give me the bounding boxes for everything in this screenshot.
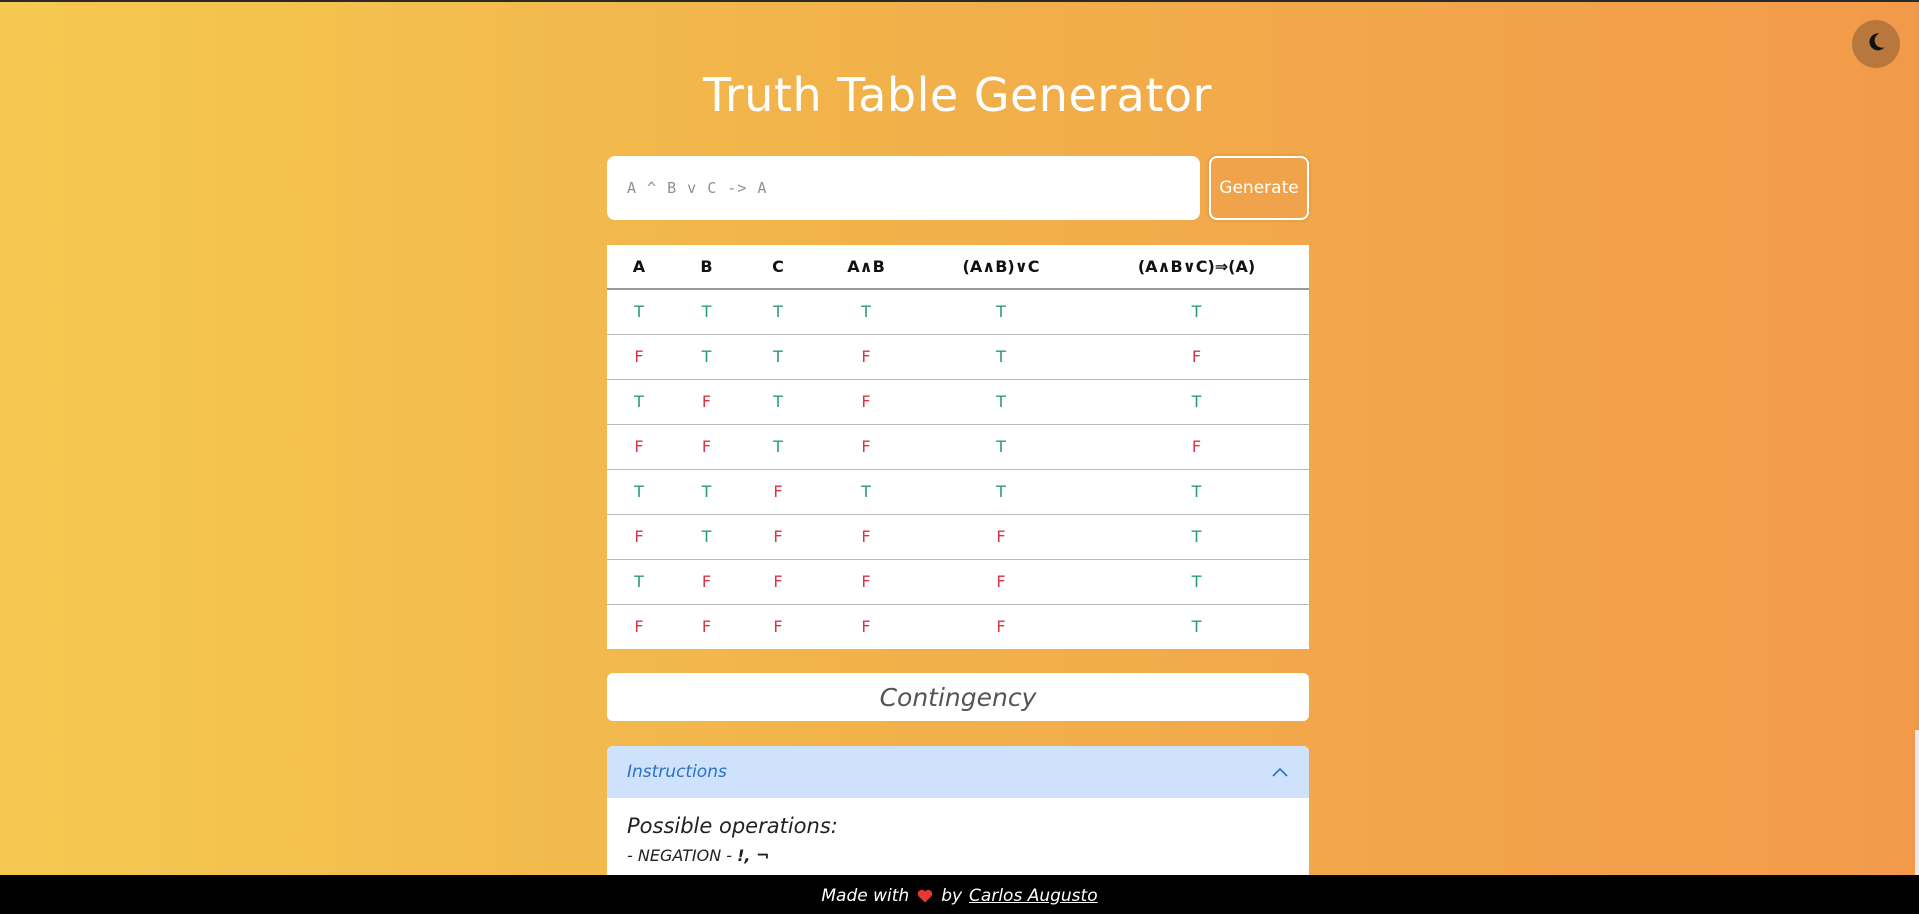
table-cell: T [1084, 559, 1309, 605]
table-cell: T [742, 289, 814, 335]
table-cell: F [607, 424, 671, 470]
table-cell: T [918, 289, 1084, 335]
table-row: FTTFTF [607, 334, 1309, 380]
instructions-accordion: Instructions Possible operations: - NEGA… [607, 746, 1309, 876]
table-cell: F [814, 559, 918, 605]
table-cell: T [742, 379, 814, 425]
table-cell: T [607, 379, 671, 425]
table-cell: F [814, 424, 918, 470]
column-header: A∧B [814, 245, 918, 290]
expression-input[interactable] [607, 156, 1200, 220]
scrollbar-thumb[interactable] [1915, 730, 1919, 875]
table-cell: F [607, 514, 671, 560]
operation-name: - NEGATION - [627, 846, 733, 865]
truth-table: A B C A∧B (A∧B)∨C (A∧B∨C)⇒(A) TTTTTTFTTF… [607, 245, 1309, 649]
table-row: FFFFFT [607, 604, 1309, 649]
table-cell: T [1084, 514, 1309, 560]
table-cell: F [996, 617, 1006, 637]
table-cell: T [671, 469, 742, 515]
table-body: TTTTTTFTTFTFTFTFTTFFTFTFTTFTTTFTFFFTTFFF… [607, 289, 1309, 649]
table-header-row: A B C A∧B (A∧B)∨C (A∧B∨C)⇒(A) [607, 245, 1309, 290]
column-header: (A∧B∨C)⇒(A) [1084, 245, 1309, 290]
instructions-body: Possible operations: - NEGATION - !, ¬ [607, 798, 1309, 876]
table-cell: T [607, 469, 671, 515]
table-cell: T [918, 334, 1084, 380]
table-cell: F [742, 559, 814, 605]
footer-made-with: Made with [821, 885, 910, 906]
table-cell: F [773, 617, 783, 637]
table-row: TTFTTT [607, 469, 1309, 515]
table-cell: T [1084, 379, 1309, 425]
result-label: Contingency [879, 682, 1037, 712]
column-header: A [607, 245, 671, 290]
table-cell: T [742, 334, 814, 380]
heart-icon [917, 889, 933, 903]
table-cell: F [701, 617, 712, 637]
table-cell: F [861, 617, 871, 637]
footer-by: by [941, 885, 963, 906]
table-row: TFFFFT [607, 559, 1309, 605]
table-cell: T [918, 424, 1084, 470]
table-cell: T [607, 559, 671, 605]
theme-toggle-button[interactable] [1852, 20, 1900, 68]
expression-input-row: Generate [607, 156, 1309, 220]
table-cell: F [918, 514, 1084, 560]
page-scrollbar[interactable] [1915, 2, 1919, 875]
author-link[interactable]: Carlos Augusto [969, 886, 1098, 906]
operations-heading: Possible operations: [627, 814, 838, 838]
instructions-title: Instructions [627, 762, 727, 782]
table-cell: T [671, 289, 742, 335]
table-cell: F [671, 559, 742, 605]
table-cell: F [671, 424, 742, 470]
table-cell: F [814, 514, 918, 560]
table-cell: F [814, 334, 918, 380]
table-cell: F [742, 514, 814, 560]
table-row: FFTFTF [607, 424, 1309, 470]
column-header: B [671, 245, 742, 290]
table-cell: F [607, 334, 671, 380]
table-cell: T [1191, 617, 1202, 637]
table-cell: F [1084, 424, 1309, 470]
table-cell: F [634, 617, 644, 637]
operation-symbols: !, ¬ [737, 846, 770, 865]
table-cell: F [742, 469, 814, 515]
table-cell: T [742, 424, 814, 470]
table-cell: T [1084, 469, 1309, 515]
column-header: (A∧B)∨C [918, 245, 1084, 290]
table-cell: F [918, 559, 1084, 605]
instructions-toggle[interactable]: Instructions [607, 746, 1309, 798]
page-title: Truth Table Generator [703, 68, 1212, 122]
footer: Made with by Carlos Augusto [0, 875, 1919, 914]
table-cell: F [814, 379, 918, 425]
moon-icon [1864, 30, 1888, 58]
table-row: TTTTTT [607, 289, 1309, 335]
table-row: TFTFTT [607, 379, 1309, 425]
table-cell: T [607, 289, 671, 335]
chevron-up-icon [1271, 763, 1289, 782]
result-classification: Contingency [607, 673, 1309, 721]
table-cell: F [1084, 334, 1309, 380]
table-cell: T [671, 514, 742, 560]
table-row: FTFFFT [607, 514, 1309, 560]
generate-button[interactable]: Generate [1209, 156, 1309, 220]
table-cell: T [918, 469, 1084, 515]
table-cell: T [814, 469, 918, 515]
table-cell: T [814, 289, 918, 335]
table-cell: T [918, 379, 1084, 425]
column-header: C [742, 245, 814, 290]
table-cell: T [1084, 289, 1309, 335]
table-cell: F [671, 379, 742, 425]
operation-item: - NEGATION - !, ¬ [627, 846, 1289, 865]
table-cell: T [671, 334, 742, 380]
